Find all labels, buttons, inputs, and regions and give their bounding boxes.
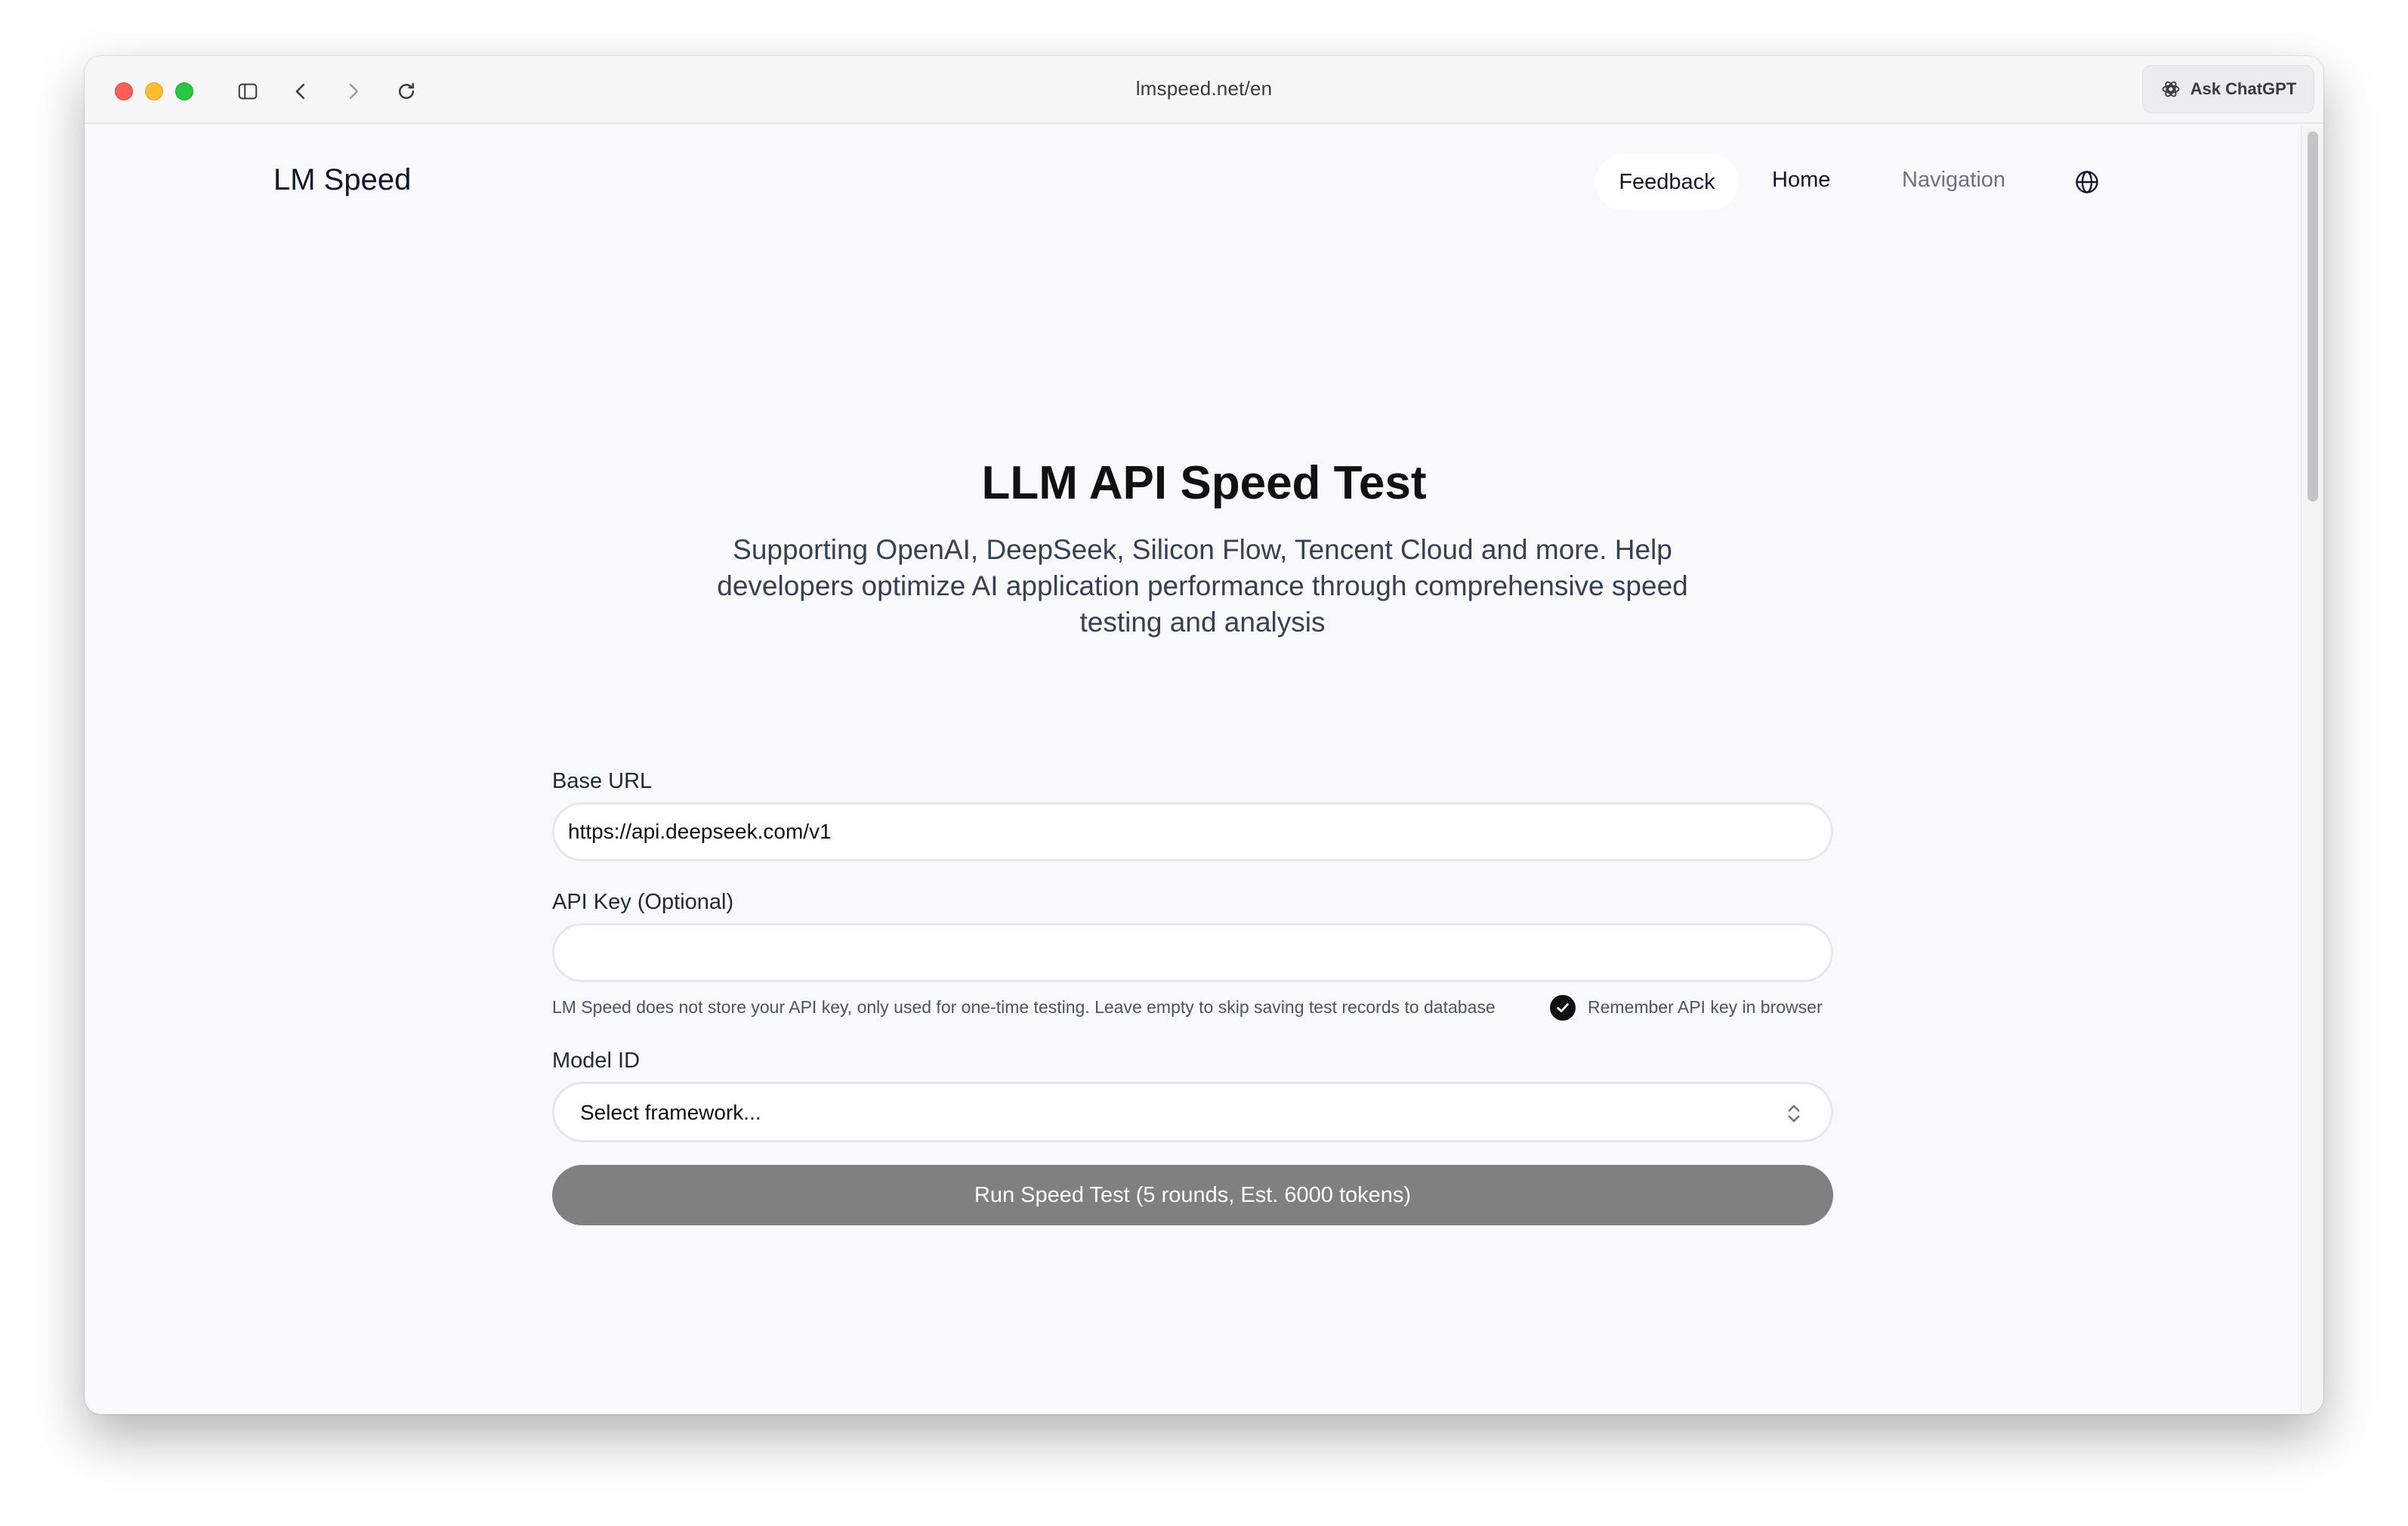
page-scrollbar[interactable] <box>2301 125 2323 1414</box>
run-speed-test-button[interactable]: Run Speed Test (5 rounds, Est. 6000 toke… <box>552 1165 1833 1225</box>
checkmark-icon <box>1557 1003 1569 1012</box>
chevron-up-down-icon <box>1788 1104 1800 1123</box>
browser-window: lmspeed.net/en Ask ChatGPT LM Speed Feed… <box>85 56 2323 1414</box>
address-bar[interactable]: lmspeed.net/en <box>85 77 2323 100</box>
api-key-input[interactable] <box>552 923 1833 982</box>
model-id-placeholder: Select framework... <box>580 1101 761 1124</box>
api-key-note: LM Speed does not store your API key, on… <box>552 997 1496 1017</box>
nav-home-link[interactable]: Home <box>1772 168 1830 193</box>
model-id-select[interactable]: Select framework... <box>552 1082 1833 1142</box>
remember-api-key-checkbox[interactable] <box>1550 995 1576 1021</box>
model-id-label: Model ID <box>552 1049 641 1073</box>
base-url-label: Base URL <box>552 769 653 793</box>
chatgpt-logo-icon <box>2162 81 2180 97</box>
base-url-input[interactable]: https://api.deepseek.com/v1 <box>552 802 1833 861</box>
ask-chatgpt-label: Ask ChatGPT <box>2190 79 2297 98</box>
browser-titlebar: lmspeed.net/en Ask ChatGPT <box>85 56 2323 124</box>
nav-navigation-link[interactable]: Navigation <box>1902 168 2005 193</box>
page-content: LM Speed Feedback Home Navigation LLM AP… <box>85 125 2323 1414</box>
page-title: LLM API Speed Test <box>981 457 1427 509</box>
api-key-label: API Key (Optional) <box>552 890 734 914</box>
scrollbar-thumb[interactable] <box>2308 131 2318 502</box>
ask-chatgpt-button[interactable]: Ask ChatGPT <box>2142 65 2314 113</box>
nav-feedback-link[interactable]: Feedback <box>1595 154 1739 210</box>
language-globe-icon[interactable] <box>2071 166 2103 198</box>
page-subtitle: Supporting OpenAI, DeepSeek, Silicon Flo… <box>717 534 1688 638</box>
remember-api-key-label[interactable]: Remember API key in browser <box>1588 997 1823 1018</box>
site-logo[interactable]: LM Speed <box>273 163 411 197</box>
